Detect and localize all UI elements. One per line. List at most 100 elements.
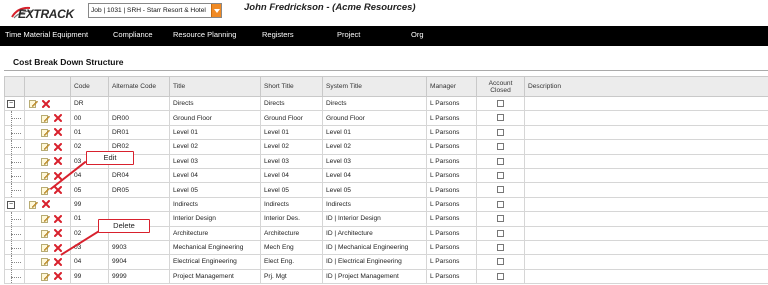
cell-manager: L Parsons [426,167,477,184]
account-closed-checkbox[interactable] [497,172,504,180]
table-row[interactable]: 00 DR00 Ground Floor Ground Floor Ground Flo… [4,110,768,126]
delete-icon[interactable] [54,128,62,137]
logo-text: EXTRACK [18,7,74,21]
delete-icon[interactable] [54,272,62,281]
account-closed-checkbox[interactable] [497,215,504,223]
tree-connector [11,276,21,278]
cell-manager: L Parsons [426,182,477,198]
row-action-icons [27,114,68,123]
edit-icon[interactable] [41,171,51,180]
cell-code: 99 [70,268,109,285]
collapse-icon[interactable]: − [7,200,15,209]
account-closed-checkbox[interactable] [497,114,504,122]
edit-icon[interactable] [41,272,51,281]
cell-account-closed [476,167,525,184]
nav-item-org[interactable]: Org [411,30,424,39]
collapse-icon[interactable]: − [7,100,15,108]
edit-icon[interactable] [41,128,51,137]
edit-icon[interactable] [41,186,51,195]
header-code[interactable]: Code [70,76,109,97]
cell-manager: L Parsons [426,225,477,241]
table-row[interactable]: 01 DR01 Level 01 Level 01 Level 01 L Parsons [4,124,768,141]
delete-icon[interactable] [54,257,62,266]
cell-description [524,182,768,198]
table-row[interactable]: 04 DR04 Level 04 Level 04 Level 04 L Parsons [4,167,768,184]
row-actions [24,268,71,285]
nav-item-compliance[interactable]: Compliance [113,30,153,39]
delete-icon[interactable] [54,157,62,166]
table-row[interactable]: 05 DR05 Level 05 Level 05 Level 05 L Parsons [4,182,768,198]
cell-description [524,254,768,270]
cell-account-closed [476,268,525,285]
account-closed-checkbox[interactable] [497,186,504,194]
delete-icon[interactable] [54,229,62,238]
cell-title: Ground Floor [169,110,261,126]
cost-breakdown-table: Code Alternate Code Title Short Title Sy… [4,76,768,285]
edit-icon[interactable] [29,99,39,109]
account-closed-checkbox[interactable] [497,157,504,165]
delete-icon[interactable] [54,186,62,195]
account-closed-checkbox[interactable] [497,128,504,136]
table-row-parent[interactable]: − DR Directs Directs Directs L Parsons [4,95,768,112]
cell-short-title: Mech Eng [260,239,323,256]
header-account-closed[interactable]: Account Closed [476,76,525,97]
row-actions [24,139,71,155]
extrack-logo[interactable]: EXTRACK [6,3,74,21]
nav-item-project[interactable]: Project [337,30,360,39]
delete-icon[interactable] [54,114,62,123]
edit-callout: Edit [86,151,134,165]
account-closed-checkbox[interactable] [497,258,504,266]
nav-item-time-material-equipment[interactable]: Time Material Equipment [5,30,88,39]
job-select[interactable]: Job | 1031 | SRH - Starr Resort & Hotel [88,3,222,18]
delete-icon[interactable] [54,214,62,223]
chevron-down-icon[interactable] [211,4,221,17]
account-closed-checkbox[interactable] [497,272,504,280]
row-action-icons [27,243,68,252]
header-manager[interactable]: Manager [426,76,477,97]
tree-connector [11,219,21,221]
edit-icon[interactable] [41,214,51,224]
cell-title: Mechanical Engineering [169,239,261,256]
edit-icon[interactable] [41,114,51,123]
cell-system-title: Level 01 [322,124,427,141]
edit-icon[interactable] [41,157,51,166]
tree-cell: − [4,196,25,213]
edit-icon[interactable] [41,257,51,267]
account-closed-checkbox[interactable] [497,200,504,208]
cell-account-closed [476,211,525,227]
table-row-parent[interactable]: −99 Indirects Indirects Indirects L Parsons [4,196,768,213]
delete-icon[interactable] [42,200,50,209]
table-row[interactable]: 04 9904 Electrical Engineering Elect Eng. ID… [4,254,768,270]
main-nav: Time Material Equipment Compliance Resou… [0,26,768,46]
edit-icon[interactable] [41,142,51,152]
delete-icon[interactable] [54,243,62,252]
header-system-title[interactable]: System Title [322,76,427,97]
table-row[interactable]: 99 9999 Project Management Prj. Mgt ID | Pro… [4,268,768,285]
cell-title: Directs [169,95,261,112]
account-closed-checkbox[interactable] [497,100,504,108]
nav-item-registers[interactable]: Registers [262,30,294,39]
header-title[interactable]: Title [169,76,261,97]
nav-item-resource-planning[interactable]: Resource Planning [173,30,236,39]
account-closed-checkbox[interactable] [497,229,504,237]
header-short-title[interactable]: Short Title [260,76,323,97]
cell-short-title: Level 04 [260,167,323,184]
cell-system-title: Level 03 [322,153,427,169]
header-description[interactable]: Description [524,76,768,97]
edit-icon[interactable] [41,243,51,252]
edit-icon[interactable] [29,200,39,209]
tree-connector [11,147,21,149]
table-row[interactable]: 03 9903 Mechanical Engineering Mech Eng ID |… [4,239,768,256]
edit-icon[interactable] [41,229,51,238]
cell-alternate-code [108,95,170,112]
account-closed-checkbox[interactable] [497,243,504,251]
cell-title: Level 03 [169,153,261,169]
cell-system-title: Indirects [322,196,427,213]
delete-icon[interactable] [42,99,50,108]
cell-description [524,239,768,256]
delete-icon[interactable] [54,171,62,180]
cell-title: Interior Design [169,211,261,227]
header-alternate-code[interactable]: Alternate Code [108,76,170,97]
delete-icon[interactable] [54,142,62,151]
account-closed-checkbox[interactable] [497,143,504,151]
